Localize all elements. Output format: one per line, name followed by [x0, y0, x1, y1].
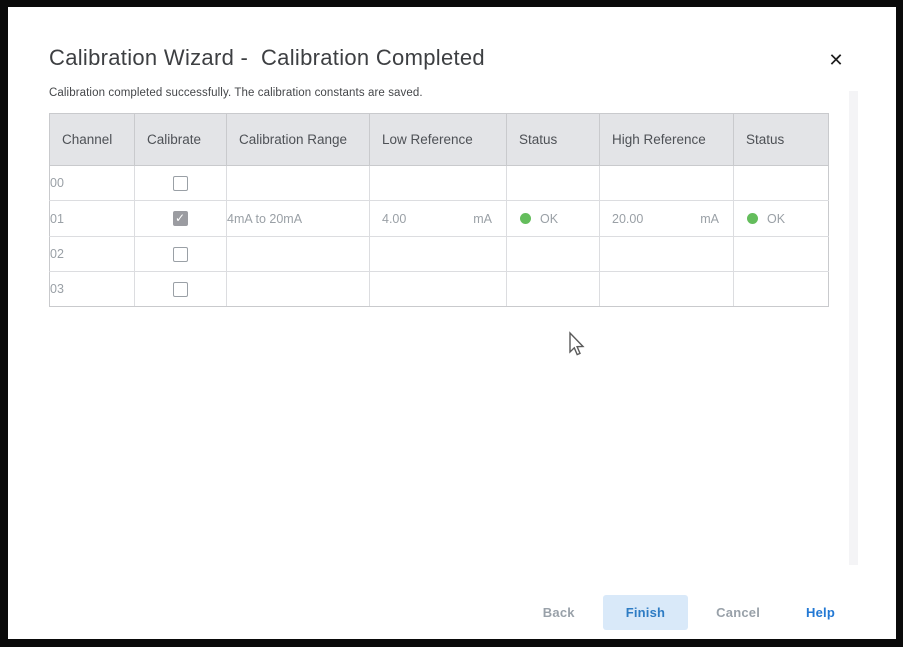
calibrate-checkbox-02[interactable] [173, 247, 188, 262]
low-reference-cell: 4.00 mA [370, 201, 507, 237]
header-low-reference: Low Reference [370, 114, 507, 166]
table-row-channel-02: 02 [50, 237, 829, 272]
status-ok-icon [520, 213, 531, 224]
help-button[interactable]: Help [802, 596, 839, 629]
calibrate-checkbox-01[interactable] [173, 211, 188, 226]
calibration-table: Channel Calibrate Calibration Range Low … [49, 113, 829, 307]
calibration-wizard-dialog: Calibration Wizard - Calibration Complet… [8, 7, 896, 639]
finish-button[interactable]: Finish [603, 595, 688, 630]
high-reference-cell [600, 272, 734, 307]
range-cell [227, 272, 370, 307]
channel-label: 00 [50, 166, 135, 201]
low-reference-cell [370, 272, 507, 307]
low-reference-value: 4.00 [382, 212, 406, 226]
low-status-label: OK [540, 212, 558, 226]
table-row-channel-00: 00 [50, 166, 829, 201]
low-reference-cell [370, 166, 507, 201]
range-cell [227, 237, 370, 272]
header-low-status: Status [507, 114, 600, 166]
high-status-label: OK [767, 212, 785, 226]
high-status-cell [734, 272, 829, 307]
header-high-status: Status [734, 114, 829, 166]
table-row-channel-03: 03 [50, 272, 829, 307]
status-message: Calibration completed successfully. The … [49, 87, 423, 99]
low-reference-unit: mA [473, 212, 492, 226]
channel-label: 01 [50, 201, 135, 237]
calibrate-checkbox-03[interactable] [173, 282, 188, 297]
cancel-button[interactable]: Cancel [712, 596, 764, 629]
header-channel: Channel [50, 114, 135, 166]
scrollbar-track[interactable] [849, 91, 858, 565]
dialog-title: Calibration Wizard - Calibration Complet… [49, 45, 485, 71]
low-status-cell [507, 166, 600, 201]
status-ok-icon [747, 213, 758, 224]
high-status-cell [734, 166, 829, 201]
channel-label: 02 [50, 237, 135, 272]
channel-label: 03 [50, 272, 135, 307]
table-row-channel-01: 01 4mA to 20mA 4.00 mA OK [50, 201, 829, 237]
table-header-row: Channel Calibrate Calibration Range Low … [50, 114, 829, 166]
low-status-cell: OK [507, 201, 600, 237]
high-status-cell [734, 237, 829, 272]
high-reference-cell [600, 166, 734, 201]
header-calibration-range: Calibration Range [227, 114, 370, 166]
high-reference-cell [600, 237, 734, 272]
low-status-cell [507, 237, 600, 272]
back-button[interactable]: Back [539, 596, 579, 629]
dialog-footer: Back Finish Cancel Help [539, 595, 839, 630]
low-reference-cell [370, 237, 507, 272]
calibrate-checkbox-00[interactable] [173, 176, 188, 191]
high-reference-unit: mA [700, 212, 719, 226]
close-icon[interactable]: ✕ [824, 49, 848, 73]
low-status-cell [507, 272, 600, 307]
header-high-reference: High Reference [600, 114, 734, 166]
range-cell: 4mA to 20mA [227, 201, 370, 237]
high-status-cell: OK [734, 201, 829, 237]
header-calibrate: Calibrate [135, 114, 227, 166]
range-cell [227, 166, 370, 201]
high-reference-cell: 20.00 mA [600, 201, 734, 237]
high-reference-value: 20.00 [612, 212, 643, 226]
mouse-cursor [564, 330, 586, 360]
